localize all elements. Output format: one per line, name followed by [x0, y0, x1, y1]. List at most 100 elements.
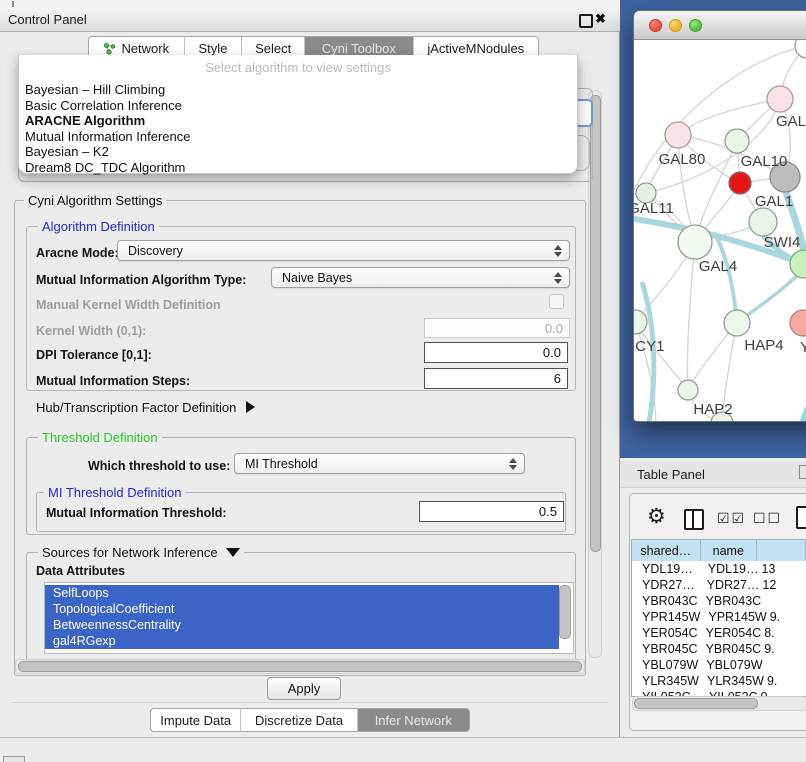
dropdown-item-bayesian-k2[interactable]: Bayesian – K2 — [19, 144, 577, 160]
node-hap4[interactable] — [724, 310, 750, 336]
dropdown-item-bayesian-hill[interactable]: Bayesian – Hill Climbing — [19, 82, 577, 98]
table-row[interactable]: YDR27… YDR27… 12 — [632, 577, 806, 593]
gear-icon[interactable]: ⚙ — [647, 504, 666, 529]
zoom-traffic-light-icon[interactable] — [689, 19, 702, 32]
node-gal80[interactable] — [665, 122, 691, 148]
network-graph[interactable]: GAL GAL80 GAL10 GAL1 GAL11 SWI4 GAL4 GCY… — [634, 40, 806, 422]
node-gal4[interactable] — [678, 225, 712, 259]
aracne-mode-select[interactable]: Discovery — [117, 240, 570, 261]
node-gal-partial[interactable] — [767, 86, 793, 112]
data-attributes-list[interactable]: SelfLoops TopologicalCoefficient Between… — [44, 582, 574, 654]
column-header-shared-name[interactable]: shared… — [632, 540, 701, 561]
mi-steps-input[interactable]: 6 — [424, 368, 568, 389]
kernel-width-label: Kernel Width (0,1): — [36, 324, 146, 338]
float-icon[interactable] — [579, 14, 593, 28]
node-label: GAL10 — [741, 153, 788, 170]
node-salmon[interactable] — [790, 310, 806, 336]
stepper-icon — [509, 458, 517, 470]
hide-columns-icon[interactable]: ☐☐ — [753, 510, 782, 527]
network-window-titlebar[interactable] — [634, 11, 806, 40]
node-swi4[interactable] — [790, 250, 806, 278]
manual-kernel-checkbox[interactable] — [549, 294, 564, 309]
attribute-table[interactable]: shared… name YDL19… YDL19… 13 YDR27… YDR… — [631, 539, 806, 697]
which-threshold-label: Which threshold to use: — [88, 459, 230, 473]
footer-mini-button[interactable] — [3, 756, 25, 762]
node-top-partial[interactable] — [795, 40, 806, 58]
close-icon[interactable]: ✖ — [595, 11, 606, 27]
stepper-icon — [554, 245, 562, 257]
list-item[interactable]: SelfLoops — [45, 585, 559, 601]
node-label: GAL — [776, 113, 806, 130]
dropdown-item-mutual-information[interactable]: Mutual Information Inference — [19, 129, 577, 145]
table-row[interactable]: YDL19… YDL19… 13 — [632, 561, 806, 577]
dpi-tolerance-input[interactable]: 0.0 — [424, 342, 568, 363]
node-gcy1[interactable] — [634, 310, 647, 334]
table-panel-float-icon[interactable] — [799, 465, 806, 479]
attribute-list-scrollbar-thumb[interactable] — [559, 585, 571, 639]
table-row[interactable]: YLR345W YLR345W 9. — [632, 673, 806, 689]
algorithm-definition-title: Algorithm Definition — [38, 219, 159, 234]
tab-network-label: Network — [121, 41, 169, 56]
node-label: GAL80 — [659, 151, 706, 168]
network-labels: GAL GAL80 GAL10 GAL1 GAL11 SWI4 GAL4 GCY… — [634, 113, 806, 418]
table-row[interactable]: YER054C YER054C 8. — [632, 625, 806, 641]
hub-definition-expander[interactable]: Hub/Transcription Factor Definition — [36, 400, 255, 415]
algorithm-dropdown[interactable]: Select algorithm to view settings Bayesi… — [18, 55, 578, 174]
document-icon[interactable] — [796, 506, 806, 529]
show-selected-columns-icon[interactable]: ☑☑ — [717, 510, 746, 527]
mi-steps-label: Mutual Information Steps: — [36, 374, 190, 388]
table-row[interactable]: YBR043C YBR043C — [632, 593, 806, 609]
node-gal1[interactable] — [749, 208, 777, 236]
node-label: GAL1 — [755, 193, 793, 210]
kernel-width-input[interactable]: 0.0 — [424, 318, 570, 338]
table-row[interactable]: YPR145W YPR145W 9. — [632, 609, 806, 625]
which-threshold-select[interactable]: MI Threshold — [234, 453, 525, 474]
list-item[interactable]: gal4RGexp — [45, 633, 559, 649]
list-item[interactable]: TopologicalCoefficient — [45, 601, 559, 617]
column-header-partial[interactable] — [757, 540, 806, 561]
column-header-name[interactable]: name — [701, 540, 757, 561]
tab-discretize-data[interactable]: Discretize Data — [241, 709, 357, 731]
dropdown-item-basic-correlation[interactable]: Basic Correlation Inference — [19, 98, 577, 114]
mi-threshold-input[interactable]: 0.5 — [419, 501, 564, 522]
node-label: SWI4 — [764, 234, 801, 251]
cyni-settings-group-title: Cyni Algorithm Settings — [24, 193, 166, 208]
table-row[interactable]: YBR045C YBR045C 9. — [632, 641, 806, 657]
panel-bottom-divider — [0, 737, 806, 738]
network-nodes — [634, 40, 806, 422]
tab-infer-network[interactable]: Infer Network — [358, 709, 469, 731]
sources-group-title[interactable]: Sources for Network Inference — [38, 545, 244, 560]
node-label: GCY1 — [634, 338, 664, 355]
node-gal10[interactable] — [725, 129, 749, 153]
table-hscrollbar-thumb[interactable] — [634, 698, 758, 709]
threshold-definition-title: Threshold Definition — [38, 430, 162, 445]
network-icon — [103, 42, 116, 55]
network-edges-strong — [634, 190, 806, 422]
dropdown-item-aracne[interactable]: ARACNE Algorithm — [19, 113, 577, 129]
manual-kernel-label: Manual Kernel Width Definition — [36, 298, 221, 312]
apply-button[interactable]: Apply — [267, 677, 341, 700]
control-panel-titlebar[interactable]: Control Panel — [0, 8, 620, 32]
node-selected-red[interactable] — [729, 172, 751, 194]
settings-hscrollbar-thumb[interactable] — [18, 661, 582, 672]
mi-threshold-label: Mutual Information Threshold: — [46, 506, 227, 520]
mi-threshold-group-title: MI Threshold Definition — [44, 485, 185, 500]
table-row[interactable]: YBL079W YBL079W — [632, 657, 806, 673]
network-view-window[interactable]: GAL GAL80 GAL10 GAL1 GAL11 SWI4 GAL4 GCY… — [633, 10, 806, 422]
aracne-mode-label: Aracne Mode: — [36, 246, 119, 260]
table-panel-titlebar[interactable]: Table Panel — [620, 461, 806, 488]
node-hap2[interactable] — [678, 380, 698, 400]
mi-type-select[interactable]: Naive Bayes — [271, 267, 570, 288]
table-panel-title: Table Panel — [637, 467, 705, 482]
expand-down-icon — [226, 548, 240, 557]
dpi-tolerance-label: DPI Tolerance [0,1]: — [36, 348, 152, 362]
top-strip — [0, 0, 620, 8]
close-traffic-light-icon[interactable] — [649, 19, 662, 32]
dropdown-item-dream8[interactable]: Dream8 DC_TDC Algorithm — [19, 160, 577, 176]
node-label: GAL4 — [699, 258, 737, 275]
list-item[interactable]: BetweennessCentrality — [45, 617, 559, 633]
top-strip-divider — [12, 1, 14, 7]
column-layout-icon[interactable] — [684, 509, 704, 530]
tab-impute-data[interactable]: Impute Data — [151, 709, 241, 731]
minimize-traffic-light-icon[interactable] — [669, 19, 682, 32]
